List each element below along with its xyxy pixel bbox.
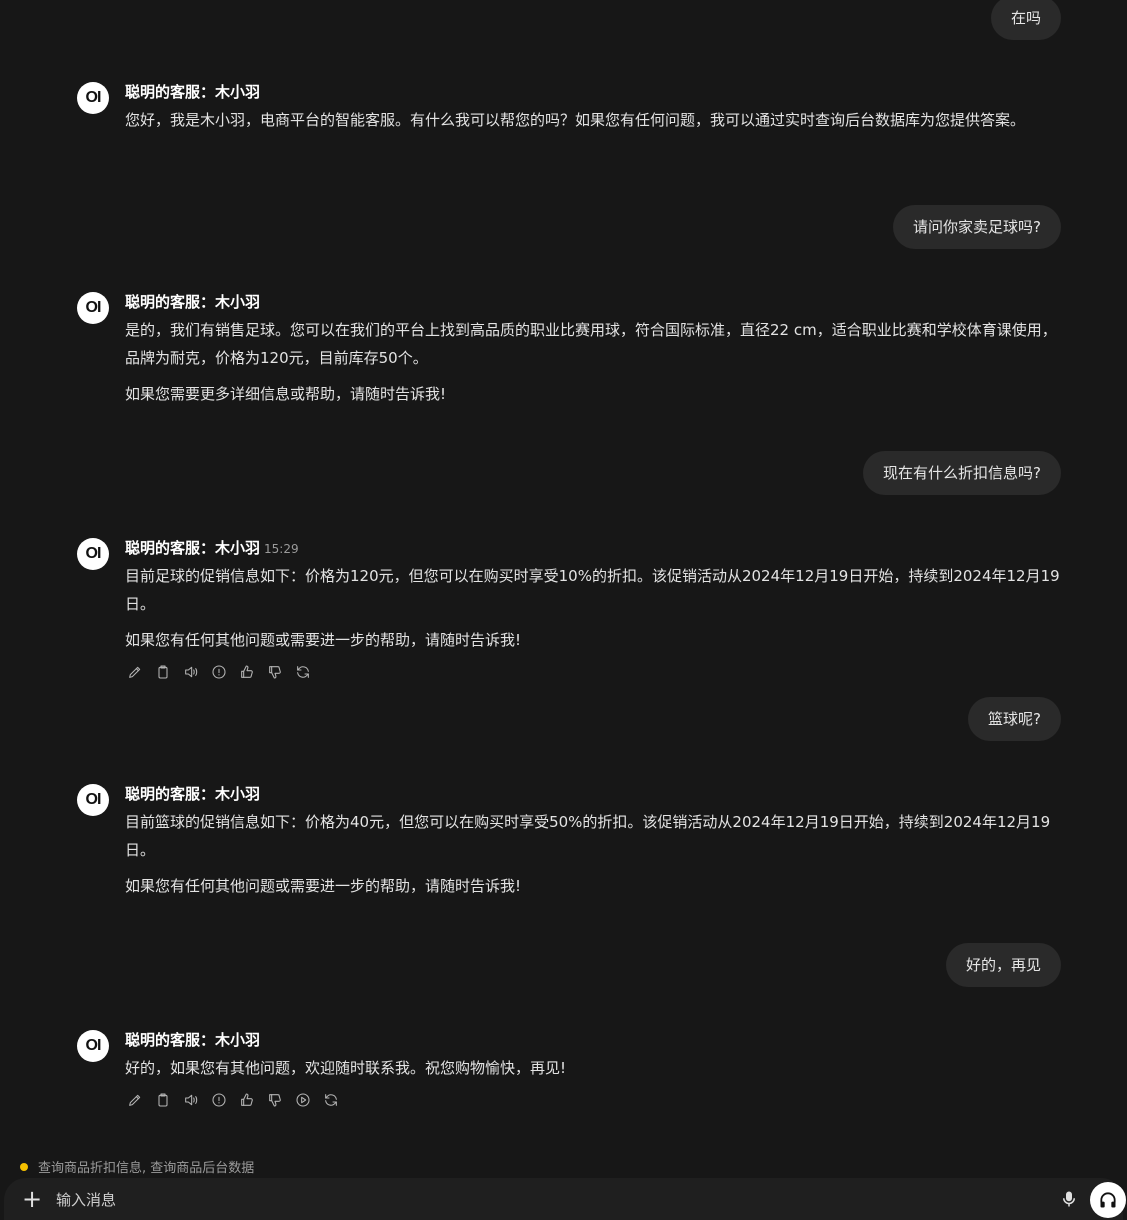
assistant-message: OI 聪明的客服：木小羽 15:29 目前足球的促销信息如下：价格为120元，但您…: [77, 538, 1067, 682]
assistant-name: 聪明的客服：木小羽: [125, 293, 261, 311]
message-paragraph: 好的，如果您有其他问题，欢迎随时联系我。祝您购物愉快，再见!: [125, 1059, 567, 1077]
assistant-name: 聪明的客服：木小羽: [125, 785, 261, 803]
assistant-name: 聪明的客服：木小羽: [125, 1031, 261, 1049]
message-paragraph: 如果您有任何其他问题或需要进一步的帮助，请随时告诉我!: [125, 877, 522, 895]
message-paragraph: 您好，我是木小羽，电商平台的智能客服。有什么我可以帮您的吗？如果您有任何问题，我…: [125, 111, 1026, 129]
assistant-name: 聪明的客服：木小羽: [125, 83, 261, 101]
message-actions: [125, 1090, 1067, 1110]
copy-icon[interactable]: [153, 662, 173, 682]
thumbs-down-icon[interactable]: [265, 662, 285, 682]
assistant-avatar[interactable]: OI: [77, 292, 109, 324]
read-aloud-icon[interactable]: [181, 1090, 201, 1110]
assistant-avatar[interactable]: OI: [77, 82, 109, 114]
message-input-bar: +: [4, 1178, 1126, 1220]
read-aloud-icon[interactable]: [181, 662, 201, 682]
assistant-message: OI 聪明的客服：木小羽 您好，我是木小羽，电商平台的智能客服。有什么我可以帮您…: [77, 82, 1067, 142]
user-message: 好的，再见: [945, 943, 1061, 987]
message-paragraph: 如果您有任何其他问题或需要进一步的帮助，请随时告诉我!: [125, 631, 522, 649]
thumbs-up-icon[interactable]: [237, 1090, 257, 1110]
message-paragraph: 目前篮球的促销信息如下：价格为40元，但您可以在购买时享受50%的折扣。该促销活…: [125, 813, 1051, 859]
chat-area: 在吗 OI 聪明的客服：木小羽 您好，我是木小羽，电商平台的智能客服。有什么我可…: [0, 0, 1127, 1150]
edit-icon[interactable]: [125, 1090, 145, 1110]
tool-status: 查询商品折扣信息, 查询商品后台数据: [20, 1157, 254, 1176]
regenerate-icon[interactable]: [293, 662, 313, 682]
user-message: 篮球呢?: [968, 697, 1061, 741]
message-input[interactable]: [54, 1186, 1018, 1214]
info-icon[interactable]: [209, 1090, 229, 1110]
user-message: 请问你家卖足球吗?: [893, 205, 1061, 249]
microphone-icon[interactable]: [1058, 1188, 1080, 1210]
user-message: 现在有什么折扣信息吗?: [863, 451, 1061, 495]
voice-mode-button[interactable]: [1090, 1182, 1126, 1218]
assistant-avatar[interactable]: OI: [77, 538, 109, 570]
assistant-avatar[interactable]: OI: [77, 784, 109, 816]
assistant-avatar[interactable]: OI: [77, 1030, 109, 1062]
message-actions: [125, 662, 1067, 682]
copy-icon[interactable]: [153, 1090, 173, 1110]
assistant-message: OI 聪明的客服：木小羽 好的，如果您有其他问题，欢迎随时联系我。祝您购物愉快，…: [77, 1030, 1067, 1110]
continue-icon[interactable]: [293, 1090, 313, 1110]
edit-icon[interactable]: [125, 662, 145, 682]
regenerate-icon[interactable]: [321, 1090, 341, 1110]
message-timestamp: 15:29: [264, 542, 299, 556]
message-paragraph: 目前足球的促销信息如下：价格为120元，但您可以在购买时享受10%的折扣。该促销…: [125, 567, 1060, 613]
info-icon[interactable]: [209, 662, 229, 682]
tool-status-text: 查询商品折扣信息, 查询商品后台数据: [38, 1161, 255, 1176]
user-message: 在吗: [990, 0, 1061, 40]
message-paragraph: 是的，我们有销售足球。您可以在我们的平台上找到高品质的职业比赛用球，符合国际标准…: [125, 321, 1057, 367]
thumbs-down-icon[interactable]: [265, 1090, 285, 1110]
headphones-icon: [1100, 1192, 1116, 1208]
assistant-message: OI 聪明的客服：木小羽 目前篮球的促销信息如下：价格为40元，但您可以在购买时…: [77, 784, 1067, 908]
thumbs-up-icon[interactable]: [237, 662, 257, 682]
assistant-name: 聪明的客服：木小羽 15:29: [125, 538, 1067, 558]
assistant-message: OI 聪明的客服：木小羽 是的，我们有销售足球。您可以在我们的平台上找到高品质的…: [77, 292, 1067, 416]
assistant-name-text: 聪明的客服：木小羽: [125, 539, 261, 557]
message-paragraph: 如果您需要更多详细信息或帮助，请随时告诉我!: [125, 385, 447, 403]
plus-icon[interactable]: +: [20, 1184, 44, 1214]
status-dot-icon: [20, 1162, 28, 1171]
